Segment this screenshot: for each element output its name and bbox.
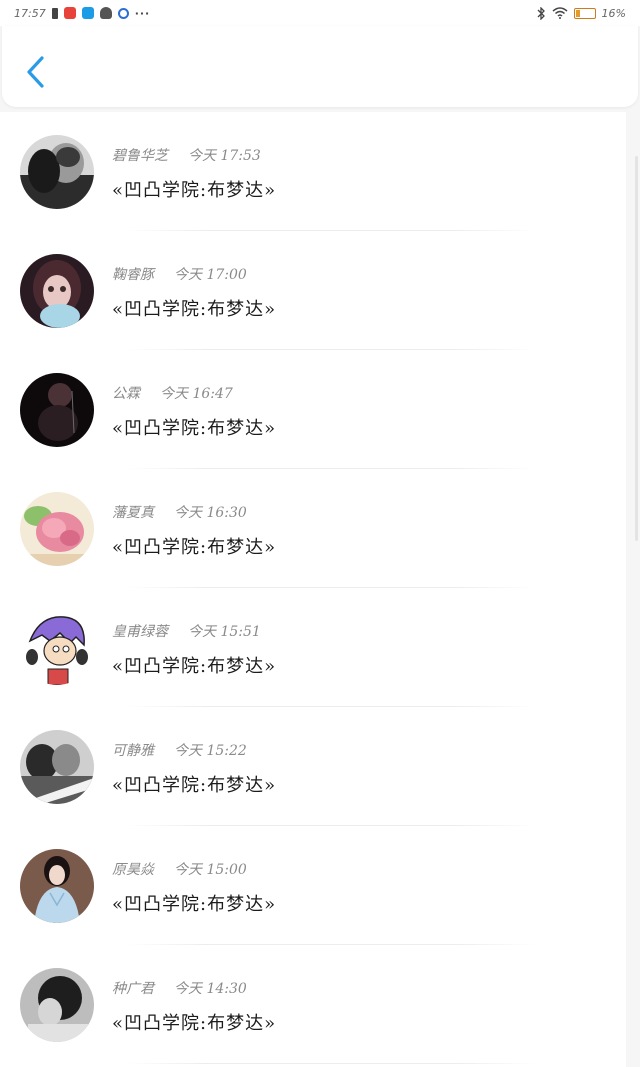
message-text: «凹凸学院:布梦达» bbox=[112, 180, 277, 201]
app-red-icon bbox=[63, 7, 76, 19]
girl-bw-hair bbox=[20, 968, 94, 1042]
status-left: 17:57 ··· bbox=[14, 7, 150, 20]
avatar[interactable] bbox=[20, 373, 94, 447]
status-time: 17:57 bbox=[14, 6, 46, 20]
message-list[interactable]: 碧鲁华芝 今天 17:53 «凹凸学院:布梦达» 鞠睿豚 今天 17:00 «凹… bbox=[0, 112, 626, 1067]
message-text: «凹凸学院:布梦达» bbox=[112, 775, 277, 796]
sender-name: 公霖 bbox=[112, 386, 140, 402]
scrollbar[interactable] bbox=[635, 156, 638, 541]
couple-bw-photo bbox=[20, 135, 94, 209]
timestamp: 今天 17:00 bbox=[174, 267, 247, 283]
timestamp: 今天 16:47 bbox=[160, 386, 233, 402]
chevron-left-icon bbox=[27, 56, 44, 88]
message-text: «凹凸学院:布梦达» bbox=[112, 894, 277, 915]
name-line: 可静雅 今天 15:22 bbox=[112, 740, 247, 760]
app-search-icon bbox=[81, 7, 94, 19]
message-text: «凹凸学院:布梦达» bbox=[112, 656, 277, 677]
message-text: «凹凸学院:布梦达» bbox=[112, 418, 277, 439]
name-line: 原昊焱 今天 15:00 bbox=[112, 859, 247, 879]
divider bbox=[126, 1063, 536, 1064]
name-line: 种广君 今天 14:30 bbox=[112, 978, 247, 998]
message-text: «凹凸学院:布梦达» bbox=[112, 537, 277, 558]
avatar[interactable] bbox=[20, 135, 94, 209]
avatar[interactable] bbox=[20, 492, 94, 566]
avatar[interactable] bbox=[20, 968, 94, 1042]
avatar[interactable] bbox=[20, 849, 94, 923]
sender-name: 可静雅 bbox=[112, 743, 154, 759]
timestamp: 今天 15:00 bbox=[174, 862, 247, 878]
list-item[interactable]: 碧鲁华芝 今天 17:53 «凹凸学院:布梦达» bbox=[0, 112, 626, 231]
dark-portrait-photo bbox=[20, 373, 94, 447]
sender-name: 种广君 bbox=[112, 981, 154, 997]
timestamp: 今天 15:51 bbox=[188, 624, 261, 640]
back-button[interactable] bbox=[22, 54, 50, 90]
anime-purple-hair bbox=[20, 611, 94, 685]
notification-icon bbox=[99, 7, 112, 19]
pink-flowers-photo bbox=[20, 492, 94, 566]
name-line: 鞠睿豚 今天 17:00 bbox=[112, 264, 247, 284]
sender-name: 原昊焱 bbox=[112, 862, 154, 878]
avatar[interactable] bbox=[20, 730, 94, 804]
bluetooth-icon bbox=[537, 6, 545, 20]
avatar[interactable] bbox=[20, 254, 94, 328]
name-line: 皇甫绿蓉 今天 15:51 bbox=[112, 621, 261, 641]
battery-saver-icon bbox=[51, 7, 58, 19]
app-circle-icon bbox=[117, 7, 129, 19]
message-text: «凹凸学院:布梦达» bbox=[112, 1013, 277, 1034]
girl-plush-photo bbox=[20, 254, 94, 328]
nav-bar bbox=[2, 26, 638, 107]
wifi-icon bbox=[552, 7, 568, 19]
sender-name: 碧鲁华芝 bbox=[112, 148, 168, 164]
message-text: «凹凸学院:布梦达» bbox=[112, 299, 277, 320]
list-item[interactable]: 种广君 今天 14:30 «凹凸学院:布梦达» bbox=[0, 945, 626, 1064]
couple-bw-caption bbox=[20, 730, 94, 804]
list-item[interactable]: 公霖 今天 16:47 «凹凸学院:布梦达» bbox=[0, 350, 626, 469]
more-indicator: ··· bbox=[134, 6, 151, 20]
name-line: 藩夏真 今天 16:30 bbox=[112, 502, 247, 522]
avatar[interactable] bbox=[20, 611, 94, 685]
battery-icon bbox=[573, 7, 596, 19]
timestamp: 今天 17:53 bbox=[188, 148, 261, 164]
timestamp: 今天 15:22 bbox=[174, 743, 247, 759]
battery-percent: 16% bbox=[601, 6, 626, 20]
list-item[interactable]: 可静雅 今天 15:22 «凹凸学院:布梦达» bbox=[0, 707, 626, 826]
sender-name: 皇甫绿蓉 bbox=[112, 624, 168, 640]
name-line: 公霖 今天 16:47 bbox=[112, 383, 233, 403]
sender-name: 鞠睿豚 bbox=[112, 267, 154, 283]
status-bar: 17:57 ··· 16% bbox=[0, 0, 640, 26]
list-item[interactable]: 原昊焱 今天 15:00 «凹凸学院:布梦达» bbox=[0, 826, 626, 945]
list-item[interactable]: 皇甫绿蓉 今天 15:51 «凹凸学院:布梦达» bbox=[0, 588, 626, 707]
girl-blue-hanfu bbox=[20, 849, 94, 923]
status-right: 16% bbox=[536, 6, 626, 20]
list-item[interactable]: 鞠睿豚 今天 17:00 «凹凸学院:布梦达» bbox=[0, 231, 626, 350]
name-line: 碧鲁华芝 今天 17:53 bbox=[112, 145, 261, 165]
list-item[interactable]: 藩夏真 今天 16:30 «凹凸学院:布梦达» bbox=[0, 469, 626, 588]
timestamp: 今天 14:30 bbox=[174, 981, 247, 997]
timestamp: 今天 16:30 bbox=[174, 505, 247, 521]
sender-name: 藩夏真 bbox=[112, 505, 154, 521]
